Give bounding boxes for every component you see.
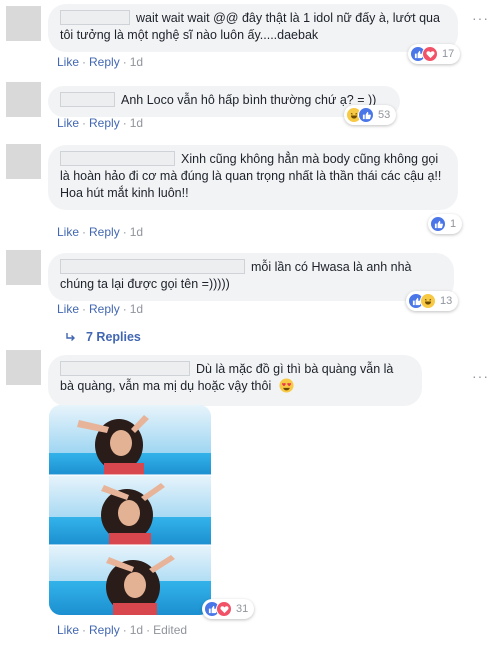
view-replies-link[interactable]: 7 Replies — [66, 330, 141, 344]
avatar[interactable] — [6, 350, 41, 385]
comment-text: Anh Loco vẫn hô hấp bình thường chứ ạ? =… — [121, 93, 377, 107]
timestamp[interactable]: 1d — [130, 55, 143, 69]
like-icon — [430, 216, 446, 232]
comment-actions: Like · Reply · 1d — [57, 225, 144, 239]
like-link[interactable]: Like — [57, 55, 79, 69]
comment-actions: Like · Reply · 1d — [57, 55, 144, 69]
redacted-username[interactable] — [60, 259, 245, 274]
reactions-summary[interactable]: 13 — [406, 291, 459, 311]
reply-link[interactable]: Reply — [89, 116, 120, 130]
reactions-summary[interactable]: 1 — [428, 214, 463, 234]
redacted-username[interactable] — [60, 92, 115, 107]
reply-link[interactable]: Reply — [89, 55, 120, 69]
reactions-summary[interactable]: 53 — [344, 105, 397, 125]
photo-collage-image — [49, 405, 211, 615]
comment-bubble: Dù là mặc đồ gì thì bà quàng vẫn là bà q… — [48, 355, 422, 406]
comment-text-line-2: Hoa hút mắt kinh luôn!! — [60, 186, 189, 200]
comment-photo[interactable] — [49, 405, 211, 615]
comment-bubble: wait wait wait @@ đây thật là 1 idol nữ … — [48, 4, 458, 52]
love-icon — [216, 601, 232, 617]
reaction-count: 13 — [440, 295, 453, 307]
comment-bubble: Xinh cũng không hẳn mà body cũng không g… — [48, 145, 458, 210]
more-options-icon[interactable]: ··· — [472, 10, 489, 26]
haha-icon — [420, 293, 436, 309]
timestamp[interactable]: 1d — [130, 623, 143, 637]
reply-link[interactable]: Reply — [89, 302, 120, 316]
reply-link[interactable]: Reply — [89, 225, 120, 239]
reaction-count: 17 — [442, 48, 455, 60]
edited-label[interactable]: Edited — [153, 623, 187, 637]
comment-actions: Like · Reply · 1d — [57, 116, 144, 130]
like-link[interactable]: Like — [57, 116, 79, 130]
comment-bubble: mỗi lần có Hwasa là anh nhà chúng ta lại… — [48, 253, 454, 301]
like-link[interactable]: Like — [57, 623, 79, 637]
reply-link[interactable]: Reply — [89, 623, 120, 637]
redacted-username[interactable] — [60, 10, 130, 25]
like-link[interactable]: Like — [57, 225, 79, 239]
love-icon — [422, 46, 438, 62]
reply-arrow-icon — [66, 333, 75, 341]
like-icon — [358, 107, 374, 123]
timestamp[interactable]: 1d — [130, 302, 143, 316]
reaction-count: 53 — [378, 109, 391, 121]
reactions-summary[interactable]: 31 — [202, 599, 255, 619]
avatar[interactable] — [6, 82, 41, 117]
more-options-icon[interactable]: ··· — [472, 368, 489, 384]
comment-actions: Like · Reply · 1d — [57, 302, 144, 316]
reaction-count: 31 — [236, 603, 249, 615]
timestamp[interactable]: 1d — [130, 116, 143, 130]
reactions-summary[interactable]: 17 — [408, 44, 461, 64]
like-link[interactable]: Like — [57, 302, 79, 316]
avatar[interactable] — [6, 6, 41, 41]
timestamp[interactable]: 1d — [130, 225, 143, 239]
redacted-username[interactable] — [60, 151, 175, 166]
comment-actions: Like · Reply · 1d · Edited — [57, 623, 188, 637]
redacted-username[interactable] — [60, 361, 190, 376]
reaction-count: 1 — [450, 218, 457, 230]
replies-count: 7 Replies — [86, 330, 141, 344]
avatar[interactable] — [6, 250, 41, 285]
heart-eyes-icon — [279, 378, 294, 398]
avatar[interactable] — [6, 144, 41, 179]
